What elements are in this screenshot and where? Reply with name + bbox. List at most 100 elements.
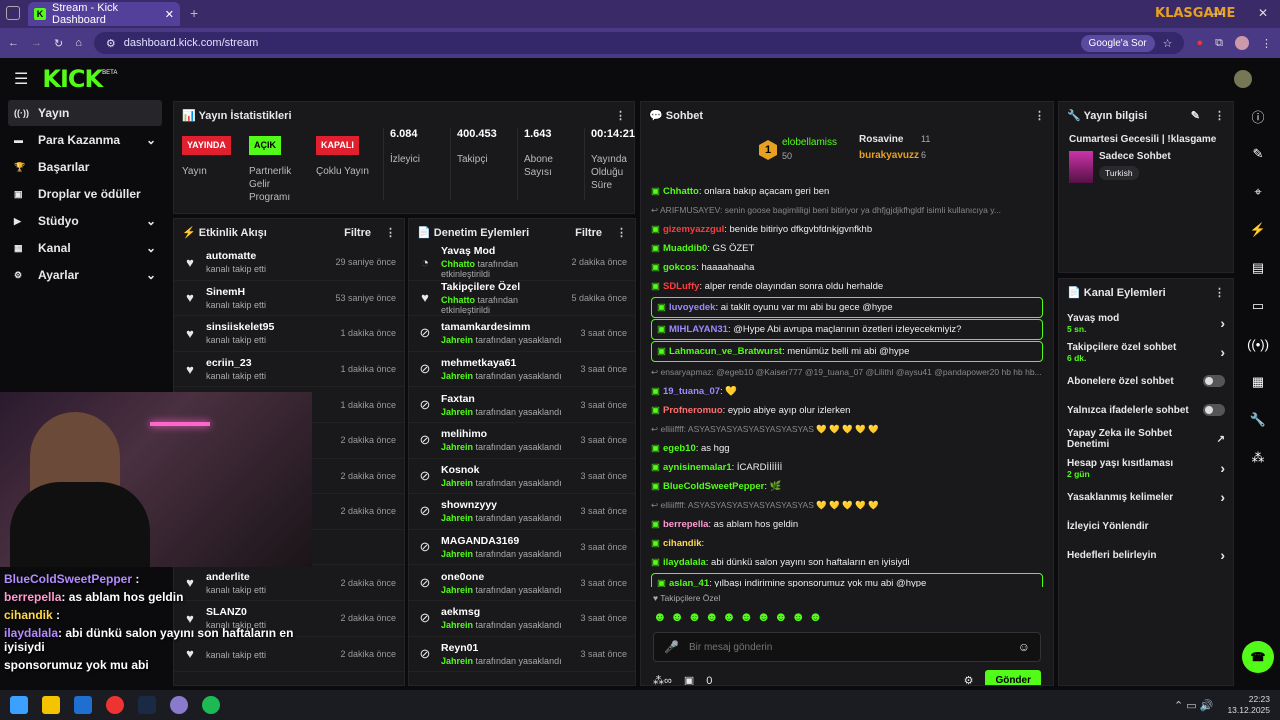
mic-icon[interactable]: 🎤: [664, 640, 679, 654]
channel-action-0[interactable]: Yavaş mod 5 sn. ›: [1059, 311, 1233, 335]
chat-message[interactable]: ▣ ilaydalala: abi dünkü salon yayını son …: [641, 553, 1053, 572]
channel-action-4[interactable]: Yapay Zeka ile Sohbet Denetimi ↗: [1059, 427, 1233, 451]
user-avatar[interactable]: [1234, 70, 1252, 88]
chat-username[interactable]: 19_tuana_07: [663, 386, 720, 397]
moderation-target[interactable]: Faxtan: [441, 393, 572, 405]
moderation-target[interactable]: shownzyyy: [441, 499, 572, 511]
activity-username[interactable]: ecriin_23: [206, 357, 332, 369]
nodes-icon[interactable]: ⁂: [1238, 443, 1278, 473]
category-name[interactable]: Sadece Sohbet: [1099, 151, 1171, 162]
chat-username[interactable]: berrepella: [663, 519, 708, 530]
moderator-name[interactable]: Jahrein: [441, 407, 473, 417]
moderator-name[interactable]: Chhatto: [441, 259, 475, 269]
sidebar-item-yay-n[interactable]: ((·)) Yayın: [8, 100, 162, 126]
channel-action-7[interactable]: İzleyici Yönlendir: [1059, 514, 1233, 538]
target-icon[interactable]: ⌖: [1238, 177, 1278, 207]
moderator-name[interactable]: Jahrein: [441, 513, 473, 523]
chat-username[interactable]: aynisinemalar1: [663, 462, 732, 473]
moderator-name[interactable]: Jahrein: [441, 478, 473, 488]
layout-icon[interactable]: ▦: [1238, 367, 1278, 397]
support-icon[interactable]: ☎: [1242, 641, 1274, 673]
sidebar-item-st-dyo[interactable]: ▶ Stüdyo ⌄: [8, 208, 162, 234]
browser-icon[interactable]: [170, 696, 188, 714]
chat-message[interactable]: ↩ ARIFMUSAYEV: senin goose bagimliligi b…: [641, 201, 1053, 220]
chat-settings-icon[interactable]: ⚙: [964, 674, 974, 685]
wrench-icon[interactable]: 🔧: [1238, 405, 1278, 435]
file-explorer-icon[interactable]: [42, 696, 60, 714]
chat-message[interactable]: ▣ MIHLAYAN31: @Hype Abi avrupa maçlarının…: [651, 319, 1043, 340]
doc-icon[interactable]: ▤: [1238, 253, 1278, 283]
bolt-icon[interactable]: ⚡: [1238, 215, 1278, 245]
chat-message[interactable]: ▣ aynisinemalar1: İCARDİİİİİİ: [641, 458, 1053, 477]
chat-username[interactable]: gizemyazzgul: [663, 224, 724, 235]
moderation-target[interactable]: Kosnok: [441, 464, 572, 476]
activity-username[interactable]: automatte: [206, 250, 327, 262]
tray-icons[interactable]: ⌃ ▭ 🔊: [1174, 699, 1213, 712]
chat-username[interactable]: gokcos: [663, 262, 696, 273]
channel-action-1[interactable]: Takipçilere özel sohbet 6 dk. ›: [1059, 340, 1233, 364]
activity-menu-icon[interactable]: ⋮: [385, 227, 396, 239]
info-menu-icon[interactable]: ⋮: [1214, 110, 1225, 122]
chat-input-box[interactable]: 🎤 ☺: [653, 632, 1041, 662]
windows-start-icon[interactable]: [10, 696, 28, 714]
sidebar-item-droplar-ve-d-ller[interactable]: ▣ Droplar ve ödüller: [8, 181, 162, 207]
moderator-name[interactable]: Jahrein: [441, 585, 473, 595]
moderator-name[interactable]: Jahrein: [441, 549, 473, 559]
puzzle-icon[interactable]: ⧉: [1215, 37, 1223, 50]
close-window-icon[interactable]: ✕: [1258, 6, 1268, 20]
chat-input[interactable]: [688, 641, 1008, 653]
moderator-name[interactable]: Jahrein: [441, 371, 473, 381]
home-icon[interactable]: ⌂: [75, 37, 82, 49]
chat-username[interactable]: BlueColdSweetPepper: [663, 481, 764, 492]
channel-action-5[interactable]: Hesap yaşı kısıtlaması 2 gün ›: [1059, 456, 1233, 480]
chat-message[interactable]: ▣ berrepella: as ablam hos geldin: [641, 515, 1053, 534]
reload-icon[interactable]: ↻: [54, 37, 63, 50]
extension-icon[interactable]: ●: [1196, 37, 1203, 49]
site-info-icon[interactable]: ⚙: [106, 37, 116, 50]
moderator-name[interactable]: Jahrein: [441, 620, 473, 630]
stats-menu-icon[interactable]: ⋮: [615, 109, 626, 122]
channel-action-2[interactable]: Abonelere özel sohbet: [1059, 369, 1233, 393]
chat-username[interactable]: egeb10: [663, 443, 696, 454]
moderation-target[interactable]: tamamkardesimm: [441, 321, 572, 333]
toggle-switch[interactable]: [1203, 404, 1225, 416]
tab-list-icon[interactable]: [6, 6, 20, 20]
chat-username[interactable]: cihandik: [663, 538, 702, 549]
chat-message[interactable]: ▣ Muaddib0: GS ÖZET: [641, 239, 1053, 258]
chat-username[interactable]: SDLuffy: [663, 281, 699, 292]
emoji-icon[interactable]: ☺: [1018, 640, 1030, 654]
sidebar-item-para-kazanma[interactable]: ▬ Para Kazanma ⌄: [8, 127, 162, 153]
forward-icon[interactable]: →: [31, 37, 42, 49]
hamburger-icon[interactable]: ☰: [14, 69, 28, 89]
activity-username[interactable]: sinsiiskelet95: [206, 321, 332, 333]
chat-username[interactable]: Chhatto: [663, 186, 699, 197]
chat-message[interactable]: ▣ gokcos: haaaahaaha: [641, 258, 1053, 277]
chat-username[interactable]: luvoyedek: [669, 302, 715, 313]
menu-icon[interactable]: ⋮: [1261, 37, 1272, 50]
moderation-target[interactable]: one0one: [441, 571, 572, 583]
back-icon[interactable]: ←: [8, 37, 19, 49]
send-button[interactable]: Gönder: [985, 670, 1041, 685]
spotify-icon[interactable]: [202, 696, 220, 714]
bookmark-star-icon[interactable]: ☆: [1163, 37, 1173, 50]
chat-message[interactable]: ↩ ensaryapmaz: @egeb10 @Kaiser777 @19_tu…: [641, 363, 1053, 382]
edit-icon[interactable]: ✎: [1191, 110, 1200, 122]
pen-icon[interactable]: ✎: [1238, 139, 1278, 169]
activity-username[interactable]: SinemH: [206, 286, 327, 298]
moderation-target[interactable]: mehmetkaya61: [441, 357, 572, 369]
chat-message[interactable]: ↩ elliiiffff: ASYASYASYASYASYASYASYAS 💛 …: [641, 420, 1053, 439]
info-icon[interactable]: ⓘ: [1238, 101, 1278, 131]
chrome-icon[interactable]: [106, 696, 124, 714]
chat-username[interactable]: aslan_41: [669, 578, 709, 587]
moderation-filter-button[interactable]: Filtre: [575, 227, 602, 239]
channel-action-8[interactable]: Hedefleri belirleyin ›: [1059, 543, 1233, 567]
chat-message[interactable]: ▣ BlueColdSweetPepper: 🌿: [641, 477, 1053, 496]
google-ask-button[interactable]: Google'a Sor: [1080, 34, 1155, 52]
moderation-target[interactable]: melihimo: [441, 428, 572, 440]
kick-logo[interactable]: KICK: [42, 65, 103, 93]
chat-message[interactable]: ▣ 19_tuana_07: 💛: [641, 382, 1053, 401]
chat-username[interactable]: Lahmacun_ve_Bratwurst: [669, 346, 782, 357]
chat-message[interactable]: ▣ gizemyazzgul: benide bitiriyo dfkgvbfdn…: [641, 220, 1053, 239]
moderator-name[interactable]: Jahrein: [441, 442, 473, 452]
chat-message[interactable]: ▣ egeb10: as hgg: [641, 439, 1053, 458]
